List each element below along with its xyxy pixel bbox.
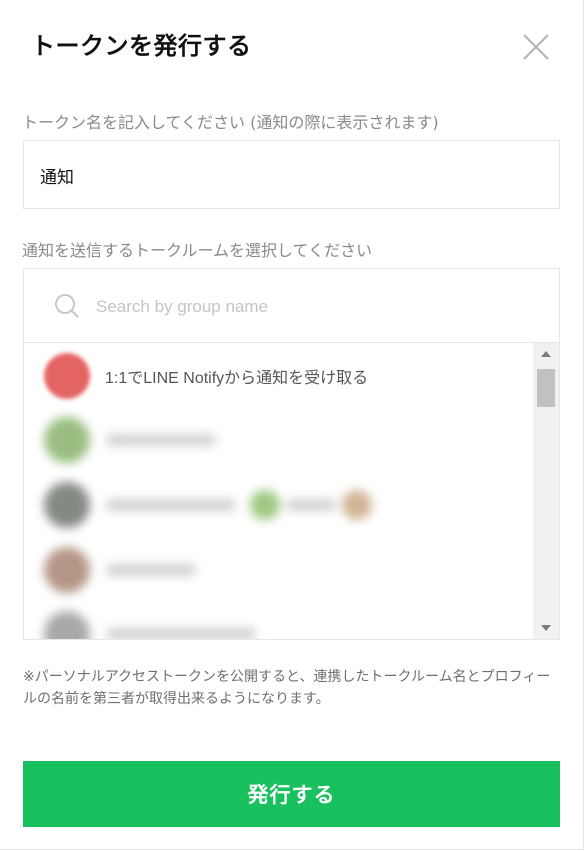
scroll-up-arrow-icon[interactable] <box>533 345 559 363</box>
close-icon[interactable] <box>520 31 552 63</box>
search-icon <box>55 294 79 318</box>
token-name-label: トークン名を記入してください (通知の際に表示されます) <box>22 113 439 132</box>
room-list-item-1on1[interactable]: 1:1でLINE Notifyから通知を受け取る <box>24 343 532 407</box>
issue-token-button[interactable]: 発行する <box>23 761 560 827</box>
room-list-item[interactable] <box>24 537 532 601</box>
avatar <box>44 547 90 593</box>
room-list-item[interactable] <box>24 601 532 639</box>
room-list-item[interactable] <box>24 407 532 471</box>
token-name-value[interactable]: 通知 <box>40 163 74 188</box>
room-item-label: 1:1でLINE Notifyから通知を受け取る <box>105 370 369 387</box>
avatar <box>44 417 90 463</box>
avatar <box>44 611 90 639</box>
avatar <box>44 482 90 528</box>
dialog-title: トークンを発行する <box>31 32 252 60</box>
room-list-scrollbar[interactable] <box>533 343 559 639</box>
token-name-field[interactable]: 通知 <box>23 140 560 209</box>
room-select-label: 通知を送信するトークルームを選択してください <box>22 241 373 260</box>
avatar <box>44 353 90 399</box>
token-dialog: トークンを発行する トークン名を記入してください (通知の際に表示されます) 通… <box>0 0 584 850</box>
room-select-box: 1:1でLINE Notifyから通知を受け取る <box>23 268 560 640</box>
scroll-thumb[interactable] <box>537 369 555 407</box>
room-list: 1:1でLINE Notifyから通知を受け取る <box>24 343 532 639</box>
room-search-row <box>24 269 559 343</box>
room-list-item[interactable] <box>24 472 532 536</box>
privacy-notice: ※パーソナルアクセストークンを公開すると、連携したトークルーム名とプロフィールの… <box>23 669 551 707</box>
scroll-down-arrow-icon[interactable] <box>533 619 559 637</box>
group-search-input[interactable] <box>94 293 538 321</box>
